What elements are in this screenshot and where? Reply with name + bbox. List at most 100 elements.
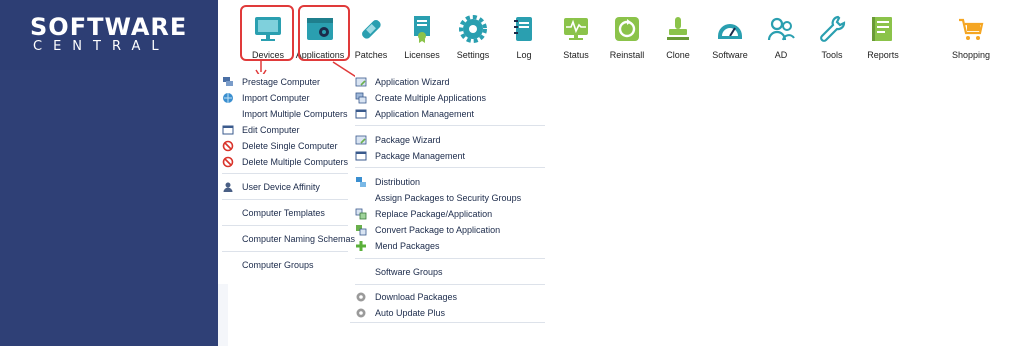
user-icon: [223, 182, 233, 192]
window-icon: [355, 151, 367, 161]
menu-item-label: Computer Groups: [242, 260, 314, 270]
menu-bottom-border: [350, 322, 545, 323]
plus-icon: [356, 241, 366, 251]
bandage-icon: [362, 20, 381, 39]
menu-item-computer-groups[interactable]: Computer Groups: [222, 257, 314, 273]
logo-main-text: SOFTWARE: [30, 13, 188, 41]
menu-item-label: Delete Single Computer: [242, 141, 338, 151]
menu-item-label: Package Management: [375, 151, 466, 161]
menu-item-application-management[interactable]: Application Management: [355, 106, 474, 122]
menu-item-mend-packages[interactable]: Mend Packages: [355, 238, 440, 254]
menu-item-computer-templates[interactable]: Computer Templates: [222, 205, 325, 221]
menu-item-prestage-computer[interactable]: Prestage Computer: [222, 74, 320, 90]
convert-icon: [356, 225, 367, 236]
globe-import-icon: [223, 93, 233, 103]
menu-item-computer-naming-schemas[interactable]: Computer Naming Schemas: [222, 231, 355, 247]
menu-item-label: Replace Package/Application: [375, 209, 493, 219]
menu-item-label: Application Management: [375, 109, 475, 119]
replace-icon: [355, 208, 367, 220]
pulse-monitor-icon: [564, 18, 588, 40]
menu-separator: [222, 199, 348, 200]
wizard-icon: [355, 77, 367, 87]
toolbar-clone[interactable]: Clone: [648, 10, 708, 60]
gear-update-icon: [356, 308, 366, 318]
menu-item-label: Download Packages: [375, 292, 458, 302]
menu-item-label: Computer Naming Schemas: [242, 234, 356, 244]
menu-separator: [355, 167, 545, 168]
toolbar-shopping[interactable]: Shopping: [941, 10, 1001, 60]
menu-item-application-wizard[interactable]: Application Wizard: [355, 74, 450, 90]
menu-item-label: Convert Package to Application: [375, 225, 501, 235]
menu-item-label: Auto Update Plus: [375, 308, 446, 318]
applications-highlight: [298, 5, 350, 61]
menu-item-label: Package Wizard: [375, 135, 441, 145]
users-icon: [767, 17, 795, 41]
devices-highlight: [240, 5, 294, 61]
menu-item-import-computer[interactable]: Import Computer: [222, 90, 310, 106]
window-icon: [355, 109, 367, 119]
computer-stack-icon: [223, 77, 233, 86]
menu-separator: [355, 258, 545, 259]
menu-separator: [355, 125, 545, 126]
menu-item-convert-package-to-application[interactable]: Convert Package to Application: [355, 222, 500, 238]
gauge-icon: [718, 24, 742, 39]
toolbar-shopping-label: Shopping: [951, 50, 991, 60]
toolbar-reports[interactable]: Reports: [853, 10, 913, 60]
gear-icon: [459, 15, 487, 43]
menu-item-software-groups[interactable]: Software Groups: [355, 264, 443, 280]
menu-item-package-management[interactable]: Package Management: [355, 148, 465, 164]
menu-item-distribution[interactable]: Distribution: [355, 174, 420, 190]
menu-left-gutter-lower: [218, 284, 228, 346]
multi-window-icon: [355, 92, 367, 104]
menu-item-label: Import Computer: [242, 93, 310, 103]
wrench-icon: [820, 15, 846, 42]
menu-item-auto-update-plus[interactable]: Auto Update Plus: [355, 305, 445, 321]
reinstall-icon: [615, 17, 639, 41]
menu-item-label: Create Multiple Applications: [375, 93, 487, 103]
gear-download-icon: [356, 292, 366, 302]
distribution-icon: [356, 177, 366, 187]
menu-item-label: Edit Computer: [242, 125, 300, 135]
certificate-icon: [414, 16, 430, 43]
notebook-icon: [514, 17, 532, 41]
menu-separator: [222, 173, 348, 174]
no-entry-icon: [222, 156, 234, 168]
toolbar-reports-label: Reports: [867, 50, 899, 60]
stamp-icon: [667, 17, 689, 40]
menu-item-download-packages[interactable]: Download Packages: [355, 289, 457, 305]
applications-menu: Application Wizard Create Multiple Appli…: [350, 74, 550, 324]
package-wizard-icon: [355, 135, 367, 145]
toolbar-clone-label: Clone: [666, 50, 690, 60]
menu-item-import-multiple-computers[interactable]: Import Multiple Computers: [222, 106, 348, 122]
menu-item-label: Software Groups: [375, 267, 443, 277]
window-edit-icon: [222, 125, 234, 135]
menu-item-label: Distribution: [375, 177, 421, 187]
menu-item-label: Assign Packages to Security Groups: [375, 193, 522, 203]
logo: SOFTWARE CENTRAL: [30, 14, 187, 54]
menu-item-package-wizard[interactable]: Package Wizard: [355, 132, 441, 148]
menu-separator: [222, 225, 348, 226]
menu-item-label: Prestage Computer: [242, 77, 321, 87]
cart-icon: [959, 18, 984, 40]
menu-item-create-multiple-applications[interactable]: Create Multiple Applications: [355, 90, 486, 106]
menu-item-label: Delete Multiple Computers: [242, 157, 349, 167]
menu-item-replace-package-application[interactable]: Replace Package/Application: [355, 206, 492, 222]
sidebar: SOFTWARE CENTRAL: [0, 0, 218, 346]
toolbar-log[interactable]: Log: [494, 10, 554, 60]
menu-item-assign-packages-to-security-groups[interactable]: Assign Packages to Security Groups: [355, 190, 521, 206]
menu-item-delete-multiple-computers[interactable]: Delete Multiple Computers: [222, 154, 348, 170]
menu-item-label: Computer Templates: [242, 208, 325, 218]
menu-item-label: Mend Packages: [375, 241, 440, 251]
devices-menu: Prestage Computer Import Computer Import…: [222, 74, 355, 274]
menu-item-user-device-affinity[interactable]: User Device Affinity: [222, 179, 320, 195]
menu-item-label: Application Wizard: [375, 77, 450, 87]
report-icon: [872, 17, 892, 41]
logo-sub-text: CENTRAL: [33, 39, 170, 54]
menu-item-label: Import Multiple Computers: [242, 109, 348, 119]
menu-separator: [355, 284, 545, 285]
menu-separator: [222, 251, 348, 252]
menu-item-edit-computer[interactable]: Edit Computer: [222, 122, 300, 138]
toolbar-log-label: Log: [516, 50, 532, 60]
menu-item-delete-single-computer[interactable]: Delete Single Computer: [222, 138, 338, 154]
menu-item-label: User Device Affinity: [242, 182, 320, 192]
